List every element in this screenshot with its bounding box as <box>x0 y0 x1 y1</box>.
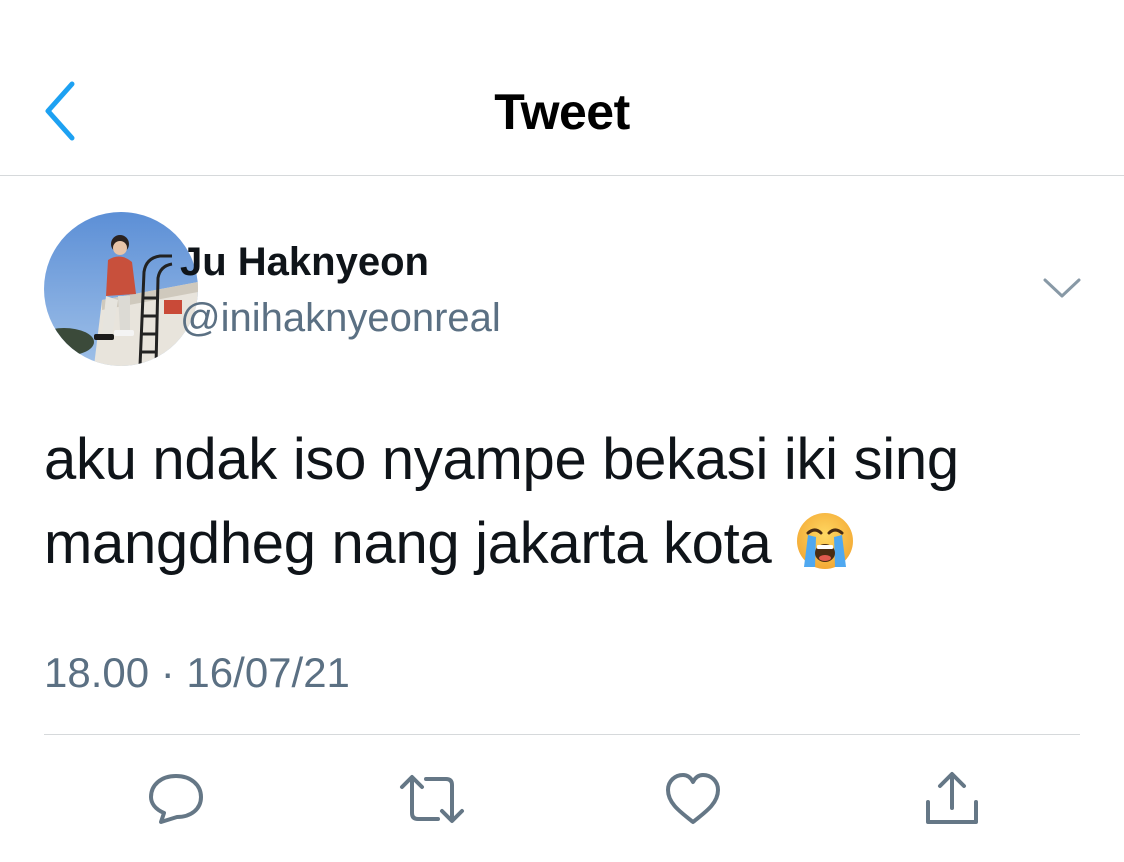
divider <box>44 734 1080 735</box>
loudly-crying-face-icon <box>795 510 855 594</box>
author-name[interactable]: Ju Haknyeon <box>180 238 429 286</box>
more-options-button[interactable] <box>1040 270 1084 306</box>
like-icon <box>666 773 720 824</box>
header-bar: Tweet <box>0 0 1124 176</box>
page-title: Tweet <box>494 84 630 140</box>
tweet-text-line: aku ndak iso nyampe bekasi iki sing <box>44 427 959 492</box>
author-handle[interactable]: @inihaknyeonreal <box>180 294 501 342</box>
retweet-button[interactable] <box>397 766 467 832</box>
author-row <box>44 212 1084 372</box>
tweet-text: aku ndak iso nyampe bekasi iki sing mang… <box>44 418 1084 594</box>
avatar[interactable] <box>44 212 198 366</box>
tweet-timestamp[interactable]: 18.00 · 16/07/21 <box>44 648 350 698</box>
profile-photo <box>44 212 198 366</box>
reply-button[interactable] <box>141 766 211 832</box>
chevron-down-icon <box>1043 278 1081 298</box>
tweet-detail-screen: Tweet Ju Haknyeon @inihaknyeonreal aku n… <box>0 0 1124 862</box>
reply-icon <box>149 774 203 824</box>
tweet-text-line: mangdheg nang jakarta kota <box>44 511 772 576</box>
like-button[interactable] <box>658 766 728 832</box>
tweet-text-line-with-emoji: mangdheg nang jakarta kota <box>44 502 1084 594</box>
share-button[interactable] <box>917 766 987 832</box>
share-icon <box>926 772 978 824</box>
retweet-icon <box>400 775 464 823</box>
